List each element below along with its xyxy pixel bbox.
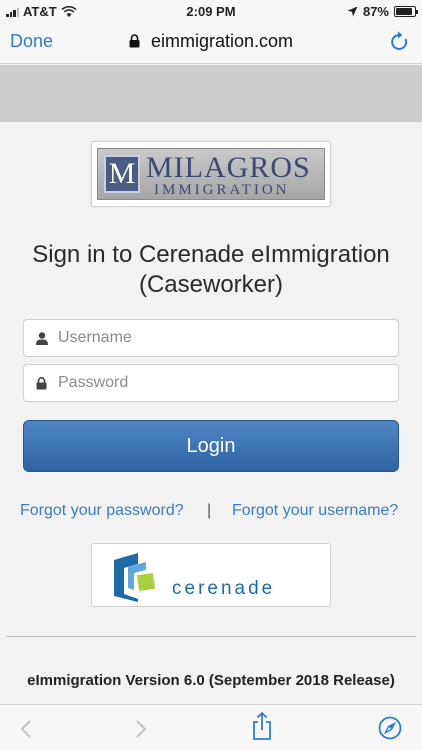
- page-header-band: [0, 65, 422, 122]
- logo-subtitle: IMMIGRATION: [154, 182, 290, 198]
- back-icon[interactable]: [20, 719, 32, 739]
- logo-name: MILAGROS: [146, 151, 311, 184]
- link-separator: |: [207, 502, 212, 519]
- url-text: eimmigration.com: [150, 31, 294, 51]
- browser-nav-bar: Done eimmigration.com: [0, 22, 422, 64]
- login-page: M MILAGROS IMMIGRATION Sign in to Cerena…: [0, 122, 422, 704]
- location-arrow-icon: [347, 6, 358, 17]
- username-input[interactable]: [58, 320, 388, 356]
- login-button[interactable]: Login: [23, 420, 399, 472]
- share-icon[interactable]: [252, 711, 272, 741]
- lock-icon: [36, 377, 47, 390]
- forward-icon[interactable]: [135, 719, 147, 739]
- logo-monogram: M: [104, 155, 140, 193]
- reload-icon[interactable]: [390, 31, 410, 53]
- title-line-1: Sign in to Cerenade eImmigration: [32, 241, 390, 268]
- footer-divider: [6, 636, 416, 637]
- cerenade-mark-icon: [114, 553, 156, 602]
- milagros-logo: M MILAGROS IMMIGRATION: [91, 141, 331, 207]
- forgot-password-link[interactable]: Forgot your password?: [20, 502, 184, 520]
- battery-percent: 87%: [362, 4, 389, 19]
- version-text: eImmigration Version 6.0 (September 2018…: [27, 672, 395, 689]
- title-line-2: (Caseworker): [138, 271, 284, 298]
- forgot-username-link[interactable]: Forgot your username?: [232, 502, 398, 520]
- url-field[interactable]: eimmigration.com: [0, 31, 422, 52]
- user-icon: [36, 332, 48, 345]
- password-field[interactable]: [23, 364, 399, 402]
- cerenade-logo: cerenade: [91, 543, 331, 607]
- status-right: 87%: [347, 4, 418, 19]
- page-title: Sign in to Cerenade eImmigration (Casewo…: [0, 240, 422, 300]
- status-bar: AT&T 2:09 PM 87%: [0, 0, 422, 22]
- safari-compass-icon[interactable]: [378, 716, 402, 740]
- password-input[interactable]: [58, 365, 388, 401]
- lock-icon: [129, 34, 140, 48]
- cerenade-wordmark: cerenade: [172, 578, 276, 599]
- battery-icon: [394, 6, 418, 17]
- browser-toolbar: [0, 704, 422, 750]
- battery-fill: [396, 8, 412, 15]
- username-field[interactable]: [23, 319, 399, 357]
- logo-panel: M MILAGROS IMMIGRATION: [97, 148, 325, 200]
